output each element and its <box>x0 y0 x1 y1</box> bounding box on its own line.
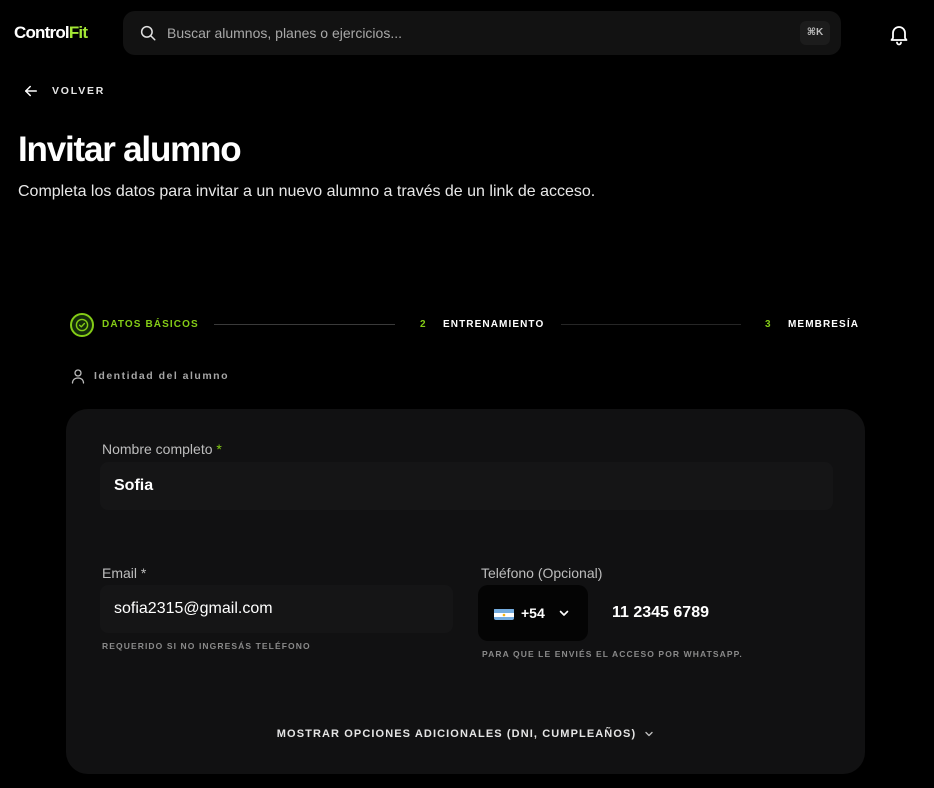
stepper: DATOS BÁSICOS 2 ENTRENAMIENTO 3 MEMBRESÍ… <box>70 312 862 338</box>
email-input[interactable] <box>100 585 453 633</box>
step-connector-1 <box>214 324 395 325</box>
search-bar[interactable]: ⌘K <box>123 11 841 55</box>
page-subtitle: Completa los datos para invitar a un nue… <box>18 183 596 200</box>
phone-input[interactable] <box>598 589 828 637</box>
back-label: VOLVER <box>52 85 106 97</box>
name-label: Nombre completo * <box>102 440 222 458</box>
chevron-down-icon <box>645 731 653 737</box>
back-button[interactable]: VOLVER <box>22 80 105 102</box>
name-field[interactable] <box>100 462 833 510</box>
email-label-text: Email <box>102 565 138 581</box>
bell-icon[interactable] <box>887 22 911 46</box>
email-label: Email * <box>102 564 146 582</box>
email-field[interactable] <box>100 585 453 633</box>
country-code: +54 <box>521 605 545 621</box>
name-label-text: Nombre completo <box>102 441 213 457</box>
check-circle-icon <box>75 318 89 332</box>
section-title: Identidad del alumno <box>94 370 230 382</box>
page-title: Invitar alumno <box>18 130 242 169</box>
search-input[interactable] <box>167 11 767 55</box>
step-3-number: 3 <box>765 319 771 330</box>
app-logo[interactable]: ControlFit <box>14 23 88 43</box>
invite-student-page: ControlFit ⌘K VOLVER Invitar alumno Comp… <box>0 0 934 788</box>
step-3-label[interactable]: MEMBRESÍA <box>788 319 859 331</box>
chevron-down-icon <box>559 610 569 616</box>
top-bar: ControlFit ⌘K <box>0 0 934 66</box>
step-1-indicator[interactable] <box>70 313 94 337</box>
logo-text-accent: Fit <box>68 23 88 42</box>
more-options-toggle[interactable]: MOSTRAR OPCIONES ADICIONALES (DNI, CUMPL… <box>66 725 865 743</box>
step-2-label[interactable]: ENTRENAMIENTO <box>443 319 544 331</box>
user-icon <box>71 369 85 384</box>
email-hint: REQUERIDO SI NO INGRESÁS TELÉFONO <box>102 641 311 651</box>
phone-label: Teléfono (Opcional) <box>481 565 603 581</box>
arrow-left-icon <box>25 85 37 97</box>
required-mark: * <box>140 565 147 581</box>
step-2-number: 2 <box>420 319 426 330</box>
step-connector-2 <box>561 324 741 325</box>
logo-text: Control <box>14 23 70 42</box>
section-header: Identidad del alumno <box>71 368 229 384</box>
form-card: Nombre completo * Email * REQUERIDO SI N… <box>66 409 865 774</box>
search-shortcut-badge: ⌘K <box>800 21 830 45</box>
phone-hint: PARA QUE LE ENVIÉS EL ACCESO POR WHATSAP… <box>482 649 743 659</box>
country-code-select[interactable]: +54 <box>478 585 588 641</box>
more-options-label: MOSTRAR OPCIONES ADICIONALES (DNI, CUMPL… <box>276 728 637 740</box>
search-icon <box>140 25 156 41</box>
required-mark: * <box>216 441 222 457</box>
step-1-label[interactable]: DATOS BÁSICOS <box>102 319 199 331</box>
name-input[interactable] <box>100 462 833 510</box>
argentina-flag-icon <box>494 608 514 620</box>
